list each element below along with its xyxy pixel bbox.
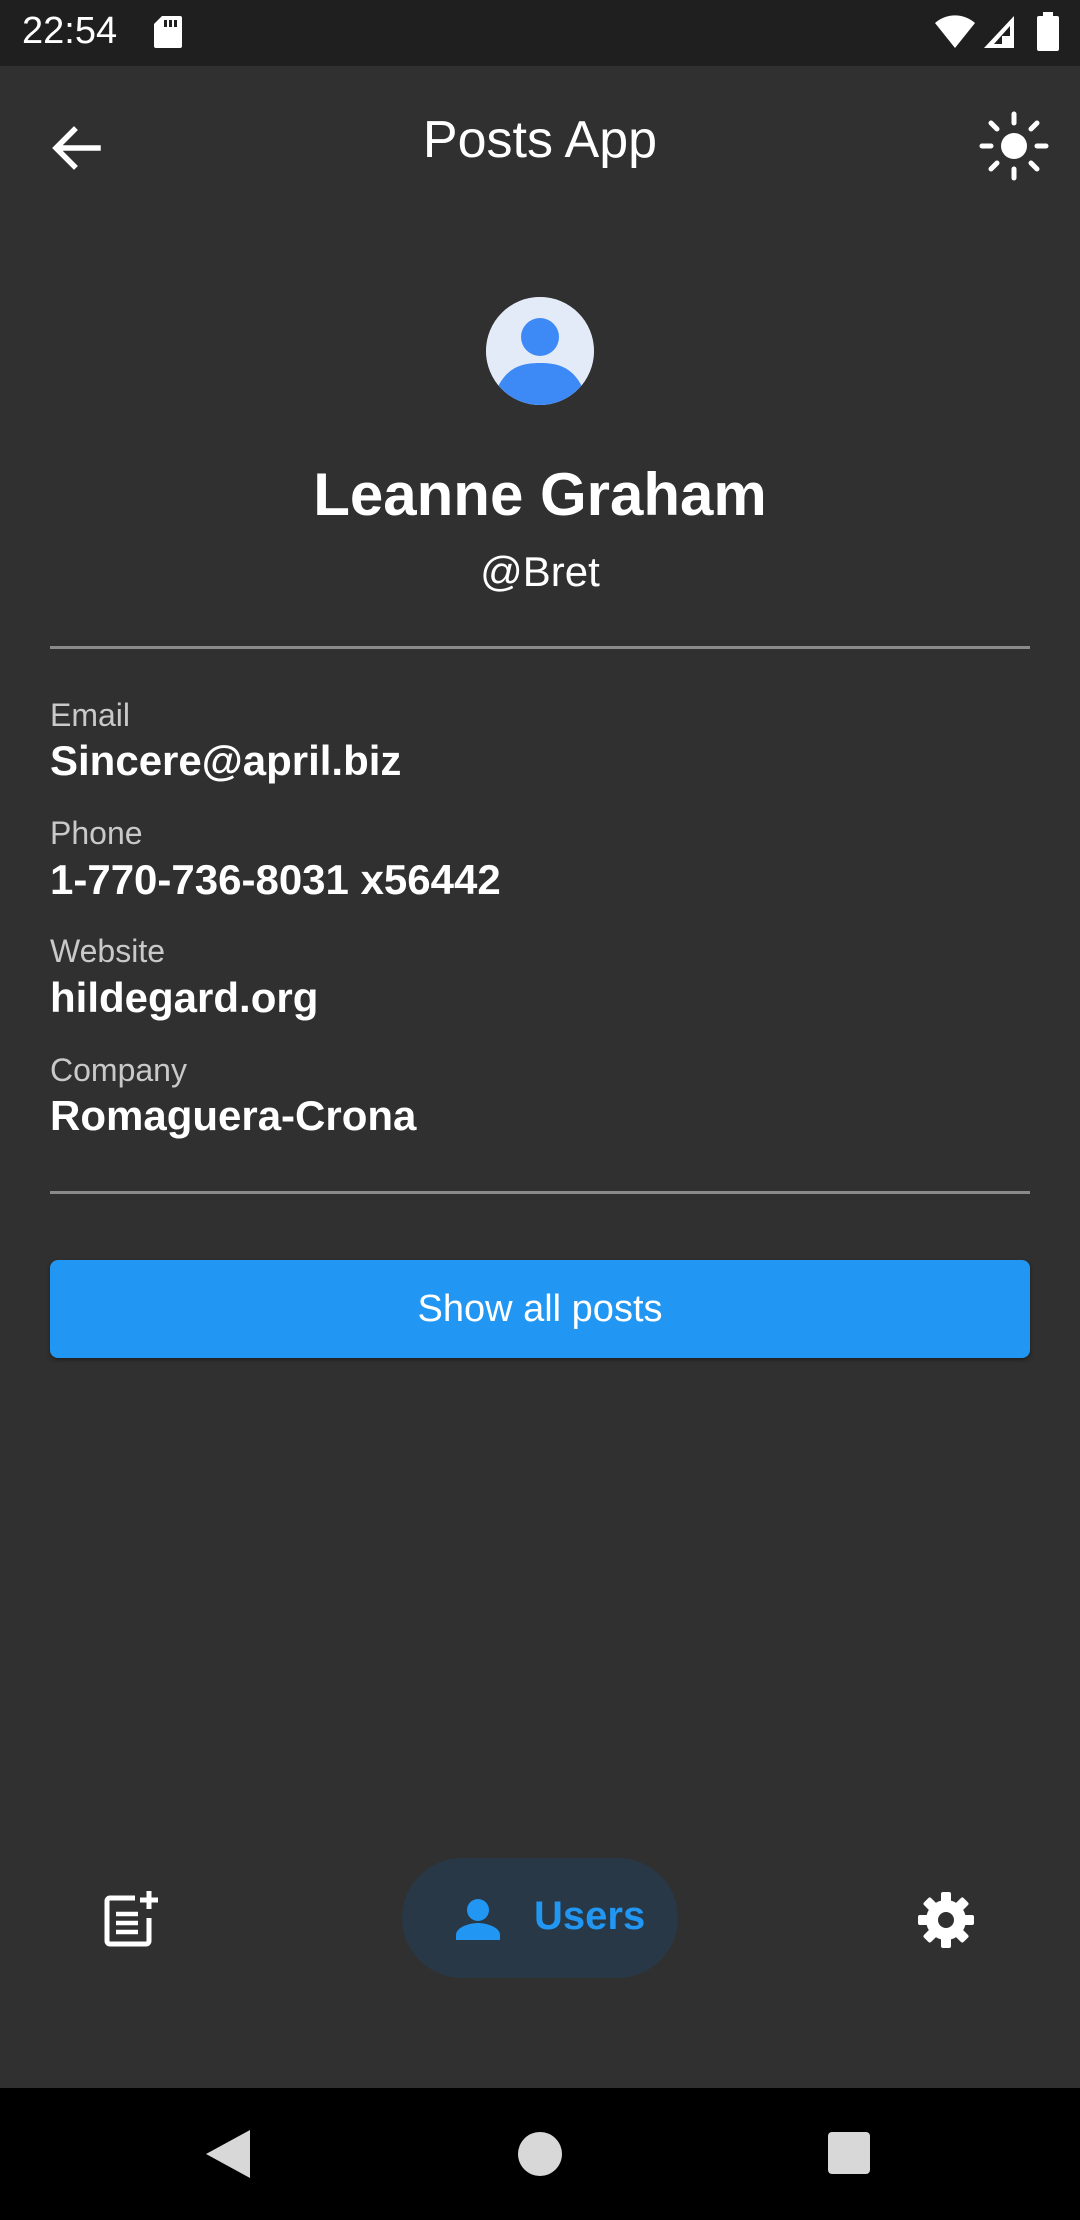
website-label: Website: [50, 933, 166, 969]
user-name: Leanne Graham: [313, 461, 767, 528]
nav-item-users-label: Users: [534, 1894, 646, 1938]
email-label: Email: [50, 697, 131, 733]
user-handle: @Bret: [480, 548, 600, 595]
system-home-button[interactable]: [518, 2132, 562, 2176]
divider: [50, 646, 1030, 649]
divider: [50, 1191, 1030, 1194]
sd-card-icon: [154, 16, 182, 48]
email-value: Sincere@april.biz: [50, 737, 402, 784]
status-bar: 22:54: [0, 0, 1080, 66]
system-back-icon[interactable]: [202, 2128, 252, 2180]
status-time: 22:54: [22, 10, 118, 52]
app-bar: Posts App: [0, 66, 1080, 222]
signal-icon: [984, 16, 1014, 48]
phone-label: Phone: [50, 815, 143, 851]
system-navigation-bar: [0, 2088, 1080, 2220]
post-add-icon[interactable]: [102, 1890, 162, 1950]
website-value: hildegard.org: [50, 974, 319, 1021]
person-icon: [456, 1899, 500, 1940]
show-all-posts-button[interactable]: Show all posts: [50, 1260, 1030, 1358]
company-label: Company: [50, 1052, 187, 1088]
wifi-icon: [935, 15, 975, 49]
sun-icon[interactable]: [978, 110, 1050, 182]
avatar: [486, 297, 594, 405]
company-value: Romaguera-Crona: [50, 1092, 417, 1139]
app-title: Posts App: [422, 111, 658, 169]
account-icon: [486, 297, 594, 405]
show-all-posts-label: Show all posts: [417, 1287, 663, 1330]
bottom-navigation: Users: [0, 1840, 1080, 2088]
battery-icon: [1037, 12, 1059, 51]
system-recents-button[interactable]: [828, 2132, 870, 2174]
gear-icon[interactable]: [916, 1890, 976, 1950]
phone-value: 1-770-736-8031 x56442: [50, 856, 501, 903]
nav-item-users[interactable]: Users: [402, 1858, 678, 1978]
